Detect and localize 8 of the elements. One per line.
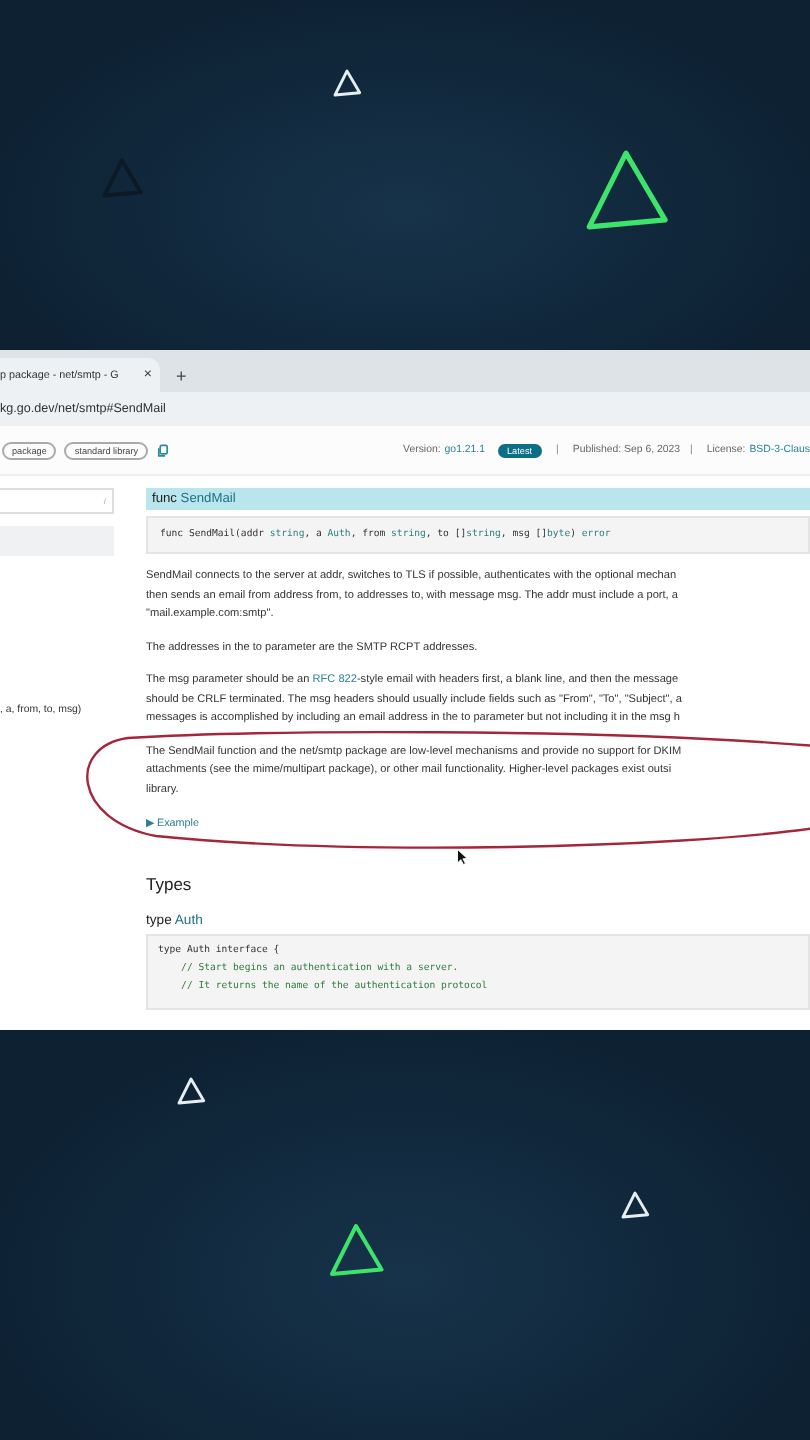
triangle-outline-icon bbox=[620, 1190, 650, 1220]
triangle-outline-icon bbox=[176, 1076, 206, 1106]
section-heading: Types bbox=[146, 874, 194, 894]
new-tab-button[interactable]: + bbox=[176, 366, 187, 386]
triangle-outline-icon bbox=[332, 68, 362, 98]
triangle-outline-icon bbox=[326, 1220, 386, 1280]
copy-icon[interactable] bbox=[156, 443, 171, 457]
mouse-cursor-icon bbox=[456, 848, 468, 866]
